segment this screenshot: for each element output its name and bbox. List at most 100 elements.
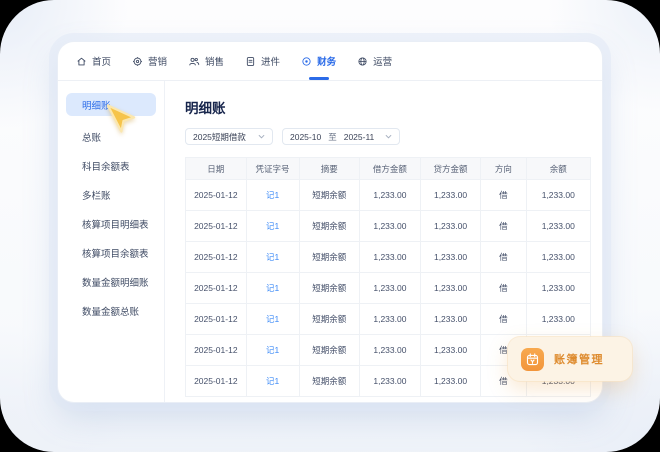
marketing-icon	[132, 56, 143, 67]
home-icon	[76, 56, 87, 67]
table-cell: 1,233.00	[360, 242, 421, 273]
column-header: 摘要	[299, 158, 360, 180]
sidebar-item-8[interactable]: 数量金额总账	[58, 296, 164, 325]
nav-item-1[interactable]: 首页	[76, 42, 111, 80]
sidebar: 明细账总账科目余额表多栏账核算项目明细表核算项目余额表数量金额明细账数量金额总账	[58, 81, 165, 402]
account-select-value: 2025短期借款	[193, 131, 246, 143]
table-cell: 借	[481, 304, 526, 335]
ledger-management-label: 账簿管理	[554, 351, 604, 367]
voucher-link[interactable]: 记1	[246, 273, 299, 304]
sidebar-item-label: 核算项目余额表	[82, 246, 149, 260]
table-cell: 短期余额	[299, 180, 360, 211]
column-header: 方向	[481, 158, 526, 180]
sidebar-item-label: 多栏账	[82, 188, 111, 202]
sidebar-item-label: 数量金额总账	[82, 304, 139, 318]
nav-item-label: 财务	[317, 54, 336, 68]
column-header: 日期	[186, 158, 247, 180]
chevron-down-icon	[258, 134, 265, 139]
table-cell: 1,233.00	[420, 242, 481, 273]
nav-item-label: 运营	[373, 54, 392, 68]
date-range-end: 2025-11	[344, 132, 375, 142]
operations-icon	[357, 56, 368, 67]
table-cell: 1,233.00	[420, 180, 481, 211]
sidebar-item-4[interactable]: 多栏账	[58, 180, 164, 209]
table-cell: 1,233.00	[360, 335, 421, 366]
nav-item-5[interactable]: 财务	[301, 42, 336, 80]
voucher-link[interactable]: 记1	[246, 304, 299, 335]
table-cell: 1,233.00	[526, 211, 590, 242]
table-cell: 1,233.00	[360, 211, 421, 242]
table-cell: 2025-01-12	[186, 211, 247, 242]
table-cell: 借	[481, 211, 526, 242]
table-cell: 2025-01-12	[186, 335, 247, 366]
table-cell: 短期余额	[299, 304, 360, 335]
active-underline	[309, 77, 329, 80]
table-cell: 1,233.00	[360, 180, 421, 211]
table-cell: 1,233.00	[526, 273, 590, 304]
table-row: 2025-01-12记1短期余额1,233.001,233.00借1,233.0…	[186, 180, 591, 211]
ledger-table-head: 日期凭证字号摘要借方金额贷方金额方向余额	[186, 158, 591, 180]
column-header: 余额	[526, 158, 590, 180]
table-cell: 2025-01-12	[186, 273, 247, 304]
table-cell: 2025-01-12	[186, 180, 247, 211]
date-range-select[interactable]: 2025-10 至 2025-11	[282, 128, 400, 145]
sidebar-item-3[interactable]: 科目余额表	[58, 151, 164, 180]
page-title: 明细账	[185, 97, 591, 117]
sidebar-item-label: 核算项目明细表	[82, 217, 149, 231]
table-cell: 短期余额	[299, 242, 360, 273]
sidebar-item-label: 数量金额明细账	[82, 275, 149, 289]
nav-item-label: 营销	[148, 54, 167, 68]
voucher-link[interactable]: 记1	[246, 242, 299, 273]
table-row: 2025-01-12记1短期余额1,233.001,233.00借1,233.0…	[186, 273, 591, 304]
voucher-link[interactable]: 记1	[246, 335, 299, 366]
date-range-separator: 至	[328, 131, 337, 143]
nav-item-label: 首页	[92, 54, 111, 68]
table-cell: 1,233.00	[360, 366, 421, 397]
table-cell: 短期余额	[299, 273, 360, 304]
nav-item-4[interactable]: 进件	[245, 42, 280, 80]
nav-item-2[interactable]: 营销	[132, 42, 167, 80]
sidebar-item-5[interactable]: 核算项目明细表	[58, 209, 164, 238]
table-cell: 1,233.00	[526, 242, 590, 273]
table-cell: 1,233.00	[526, 304, 590, 335]
sidebar-item-6[interactable]: 核算项目余额表	[58, 238, 164, 267]
sidebar-item-label: 明细账	[82, 98, 111, 112]
nav-item-label: 销售	[205, 54, 224, 68]
table-row: 2025-01-12记1短期余额1,233.001,233.00借1,233.0…	[186, 304, 591, 335]
sales-icon	[188, 56, 200, 67]
table-cell: 短期余额	[299, 366, 360, 397]
table-cell: 1,233.00	[360, 304, 421, 335]
sidebar-item-label: 总账	[82, 130, 101, 144]
document-icon	[245, 56, 256, 67]
date-range-start: 2025-10	[290, 132, 321, 142]
voucher-link[interactable]: 记1	[246, 211, 299, 242]
voucher-link[interactable]: 记1	[246, 180, 299, 211]
table-cell: 1,233.00	[420, 211, 481, 242]
ledger-icon	[521, 348, 544, 371]
voucher-link[interactable]: 记1	[246, 366, 299, 397]
table-cell: 1,233.00	[360, 273, 421, 304]
table-cell: 短期余额	[299, 335, 360, 366]
column-header: 贷方金额	[420, 158, 481, 180]
table-cell: 2025-01-12	[186, 366, 247, 397]
filter-bar: 2025短期借款 2025-10 至 2025-11	[185, 128, 591, 145]
sidebar-item-1[interactable]: 明细账	[66, 93, 156, 116]
table-row: 2025-01-12记1短期余额1,233.001,233.00借1,233.0…	[186, 242, 591, 273]
account-select[interactable]: 2025短期借款	[185, 128, 273, 145]
table-cell: 短期余额	[299, 211, 360, 242]
table-cell: 1,233.00	[420, 335, 481, 366]
nav-item-6[interactable]: 运营	[357, 42, 392, 80]
nav-item-label: 进件	[261, 54, 280, 68]
sidebar-item-7[interactable]: 数量金额明细账	[58, 267, 164, 296]
top-nav: 首页 营销 销售 进件 财务 运营	[58, 42, 602, 81]
column-header: 借方金额	[360, 158, 421, 180]
table-row: 2025-01-12记1短期余额1,233.001,233.00借1,233.0…	[186, 211, 591, 242]
table-cell: 1,233.00	[420, 273, 481, 304]
nav-item-3[interactable]: 销售	[188, 42, 224, 80]
chevron-down-icon	[385, 134, 392, 139]
table-cell: 1,233.00	[420, 304, 481, 335]
sidebar-item-label: 科目余额表	[82, 159, 130, 173]
sidebar-item-2[interactable]: 总账	[58, 122, 164, 151]
ledger-management-badge[interactable]: 账簿管理	[508, 337, 632, 381]
column-header: 凭证字号	[246, 158, 299, 180]
